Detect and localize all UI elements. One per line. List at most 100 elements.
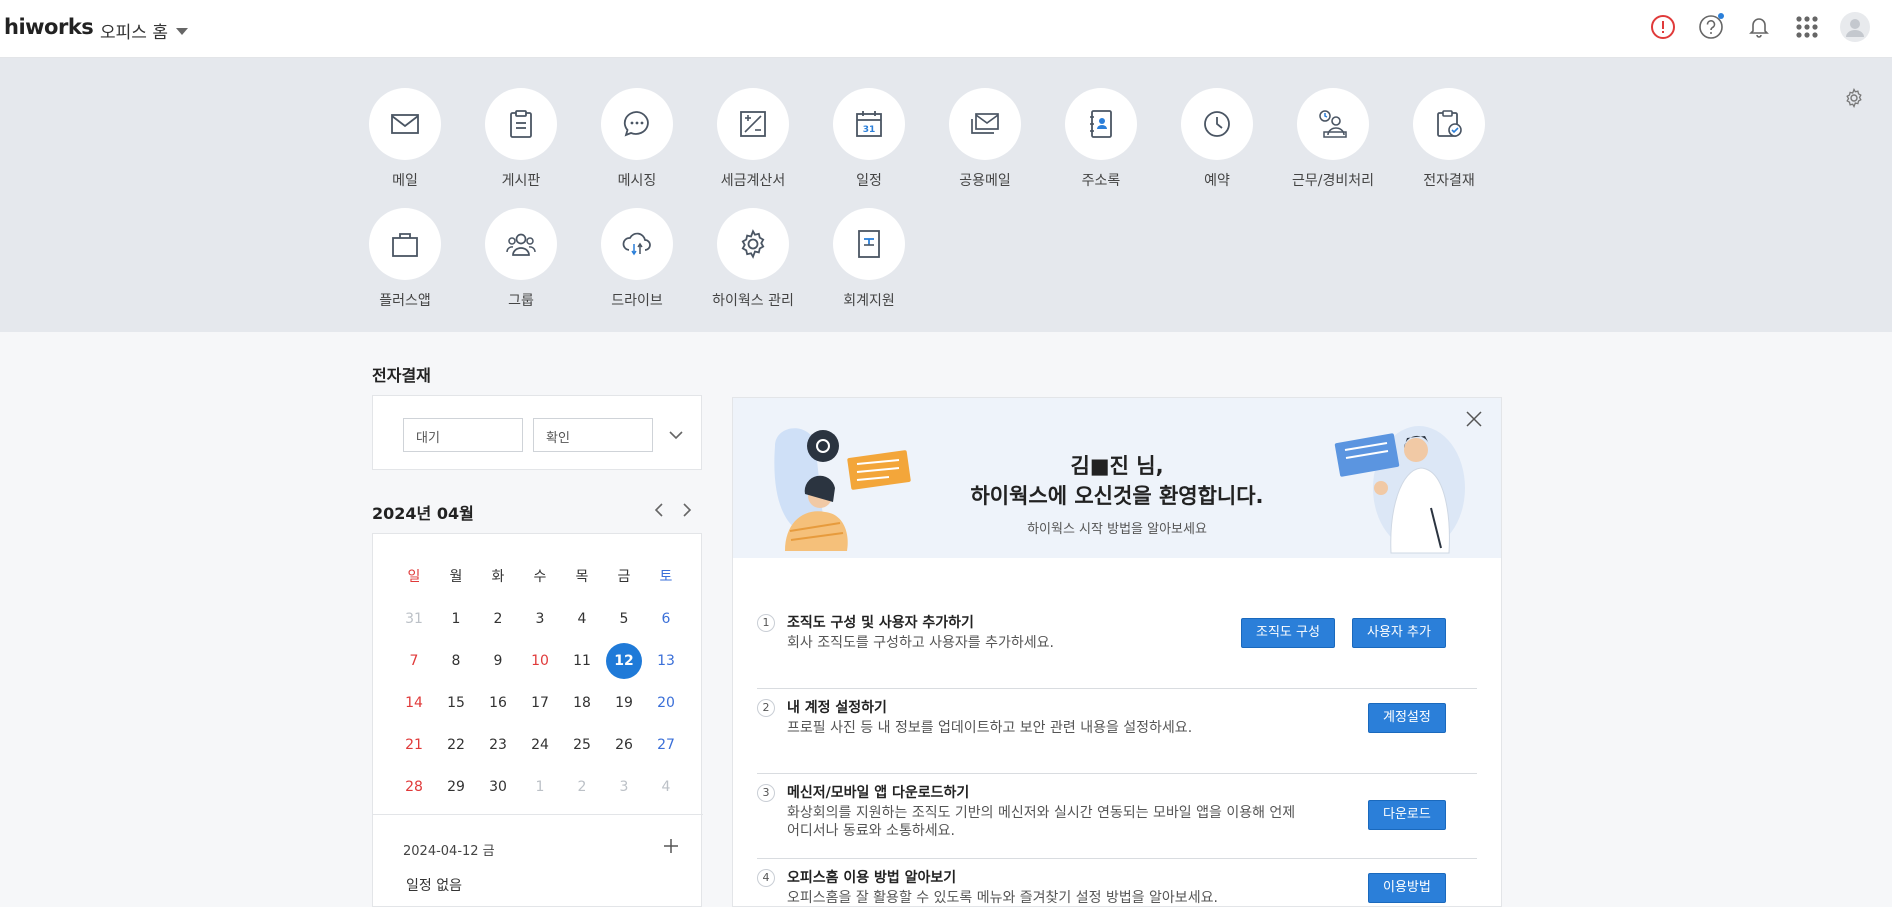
calendar-day[interactable]: 3 [519, 601, 561, 637]
calendar-day[interactable]: 2 [477, 601, 519, 637]
app-mail[interactable]: 메일 [347, 88, 463, 190]
calendar-day[interactable]: 21 [393, 727, 435, 763]
hiworks-logo[interactable]: hiworks [4, 15, 94, 39]
app-shared-mail[interactable]: 공용메일 [927, 88, 1043, 190]
calendar-day[interactable]: 26 [603, 727, 645, 763]
mail-icon [369, 88, 441, 160]
app-plus-app[interactable]: 플러스앱 [347, 208, 463, 310]
office-home-dropdown[interactable]: 오피스 홈 [100, 18, 188, 43]
top-bar: hiworks 오피스 홈 [0, 0, 1892, 58]
calendar-day[interactable]: 4 [645, 769, 687, 805]
launcher-settings-icon[interactable] [1844, 87, 1864, 112]
app-label: 하이웍스 관리 [712, 293, 794, 309]
welcome-user-name: 김■진 님, [1070, 454, 1164, 478]
app-address-book[interactable]: 주소록 [1043, 88, 1159, 190]
calendar-day[interactable]: 14 [393, 685, 435, 721]
address-book-icon [1065, 88, 1137, 160]
approval-confirm-field[interactable]: 확인 [533, 418, 653, 452]
apps-grid-icon[interactable] [1792, 12, 1822, 42]
calendar-day[interactable]: 1 [435, 601, 477, 637]
org-chart-button[interactable]: 조직도 구성 [1241, 618, 1335, 648]
selected-date: 2024-04-12 금 [403, 844, 495, 859]
calendar-day[interactable]: 11 [561, 643, 603, 679]
app-calendar[interactable]: 31 일정 [811, 88, 927, 190]
step-account-settings: 2 내 계정 설정하기 프로필 사진 등 내 정보를 업데이트하고 보안 관련 … [757, 689, 1477, 774]
account-settings-button[interactable]: 계정설정 [1368, 703, 1446, 733]
app-board[interactable]: 게시판 [463, 88, 579, 190]
work-expense-icon [1297, 88, 1369, 160]
close-icon[interactable] [1465, 410, 1483, 432]
calendar-day[interactable]: 22 [435, 727, 477, 763]
calendar-day[interactable]: 30 [477, 769, 519, 805]
calendar-day[interactable]: 25 [561, 727, 603, 763]
calendar-day-holiday[interactable]: 10 [519, 643, 561, 679]
calendar-day[interactable]: 7 [393, 643, 435, 679]
calendar-day[interactable]: 27 [645, 727, 687, 763]
divider [373, 814, 703, 815]
calendar-day[interactable]: 8 [435, 643, 477, 679]
alert-icon[interactable] [1648, 12, 1678, 42]
app-label: 공용메일 [959, 173, 1011, 189]
app-accounting[interactable]: 회계지원 [811, 208, 927, 310]
today-label: 12 [614, 653, 634, 669]
app-work-expense[interactable]: 근무/경비처리 [1275, 88, 1391, 190]
chevron-down-icon[interactable] [668, 426, 684, 445]
calendar-day[interactable]: 29 [435, 769, 477, 805]
weekday-label: 월 [449, 569, 463, 585]
help-icon[interactable] [1696, 12, 1726, 42]
cloud-icon [601, 208, 673, 280]
app-approval[interactable]: 전자결재 [1391, 88, 1507, 190]
office-home-label: 오피스 홈 [100, 23, 168, 43]
weekday-label: 토 [659, 569, 673, 585]
calendar-day[interactable]: 23 [477, 727, 519, 763]
calendar-day[interactable]: 19 [603, 685, 645, 721]
calendar-day[interactable]: 6 [645, 601, 687, 637]
download-button[interactable]: 다운로드 [1368, 800, 1446, 830]
calendar-day[interactable]: 24 [519, 727, 561, 763]
calendar-day[interactable]: 20 [645, 685, 687, 721]
welcome-panel: 김■진 님, 하이웍스에 오신것을 환영합니다. 하이웍스 시작 방법을 알아보… [732, 397, 1502, 907]
calendar-day[interactable]: 31 [393, 601, 435, 637]
top-icons [1648, 12, 1870, 42]
app-label: 일정 [856, 173, 882, 189]
calendar-day[interactable]: 16 [477, 685, 519, 721]
clock-icon [1181, 88, 1253, 160]
chevron-right-icon[interactable] [680, 502, 694, 522]
usage-guide-button[interactable]: 이용방법 [1368, 873, 1446, 903]
chevron-left-icon[interactable] [652, 502, 666, 522]
bell-icon[interactable] [1744, 12, 1774, 42]
app-messaging[interactable]: 메시징 [579, 88, 695, 190]
calendar-day[interactable]: 18 [561, 685, 603, 721]
calendar-day[interactable]: 17 [519, 685, 561, 721]
approval-icon [1413, 88, 1485, 160]
app-label: 주소록 [1081, 173, 1121, 189]
approval-wait-field[interactable]: 대기 [403, 418, 523, 452]
step-number: 3 [757, 784, 775, 802]
app-reservation[interactable]: 예약 [1159, 88, 1275, 190]
app-tax-invoice[interactable]: 세금계산서 [695, 88, 811, 190]
calendar-day[interactable]: 5 [603, 601, 645, 637]
accounting-icon [833, 208, 905, 280]
calendar-day[interactable]: 13 [645, 643, 687, 679]
app-label: 메일 [392, 173, 418, 189]
calendar-day[interactable]: 2 [561, 769, 603, 805]
calendar-day[interactable]: 28 [393, 769, 435, 805]
app-drive[interactable]: 드라이브 [579, 208, 695, 310]
welcome-subtitle: 하이웍스 시작 방법을 알아보세요 [1027, 522, 1207, 537]
avatar[interactable] [1840, 12, 1870, 42]
calendar-week: 14 15 16 17 18 19 20 [393, 682, 687, 724]
app-label: 게시판 [501, 173, 541, 189]
calendar-day[interactable]: 3 [603, 769, 645, 805]
add-user-button[interactable]: 사용자 추가 [1352, 618, 1446, 648]
add-event-icon[interactable] [663, 838, 679, 858]
app-group[interactable]: 그룹 [463, 208, 579, 310]
calendar-icon: 31 [833, 88, 905, 160]
step-title: 오피스홈 이용 방법 알아보기 [787, 870, 957, 886]
calendar-day[interactable]: 9 [477, 643, 519, 679]
app-hiworks-admin[interactable]: 하이웍스 관리 [695, 208, 811, 310]
calendar-day[interactable]: 15 [435, 685, 477, 721]
calendar-day[interactable]: 1 [519, 769, 561, 805]
calendar-day-today[interactable]: 12 [603, 643, 645, 679]
notification-dot [1718, 13, 1724, 19]
calendar-day[interactable]: 4 [561, 601, 603, 637]
